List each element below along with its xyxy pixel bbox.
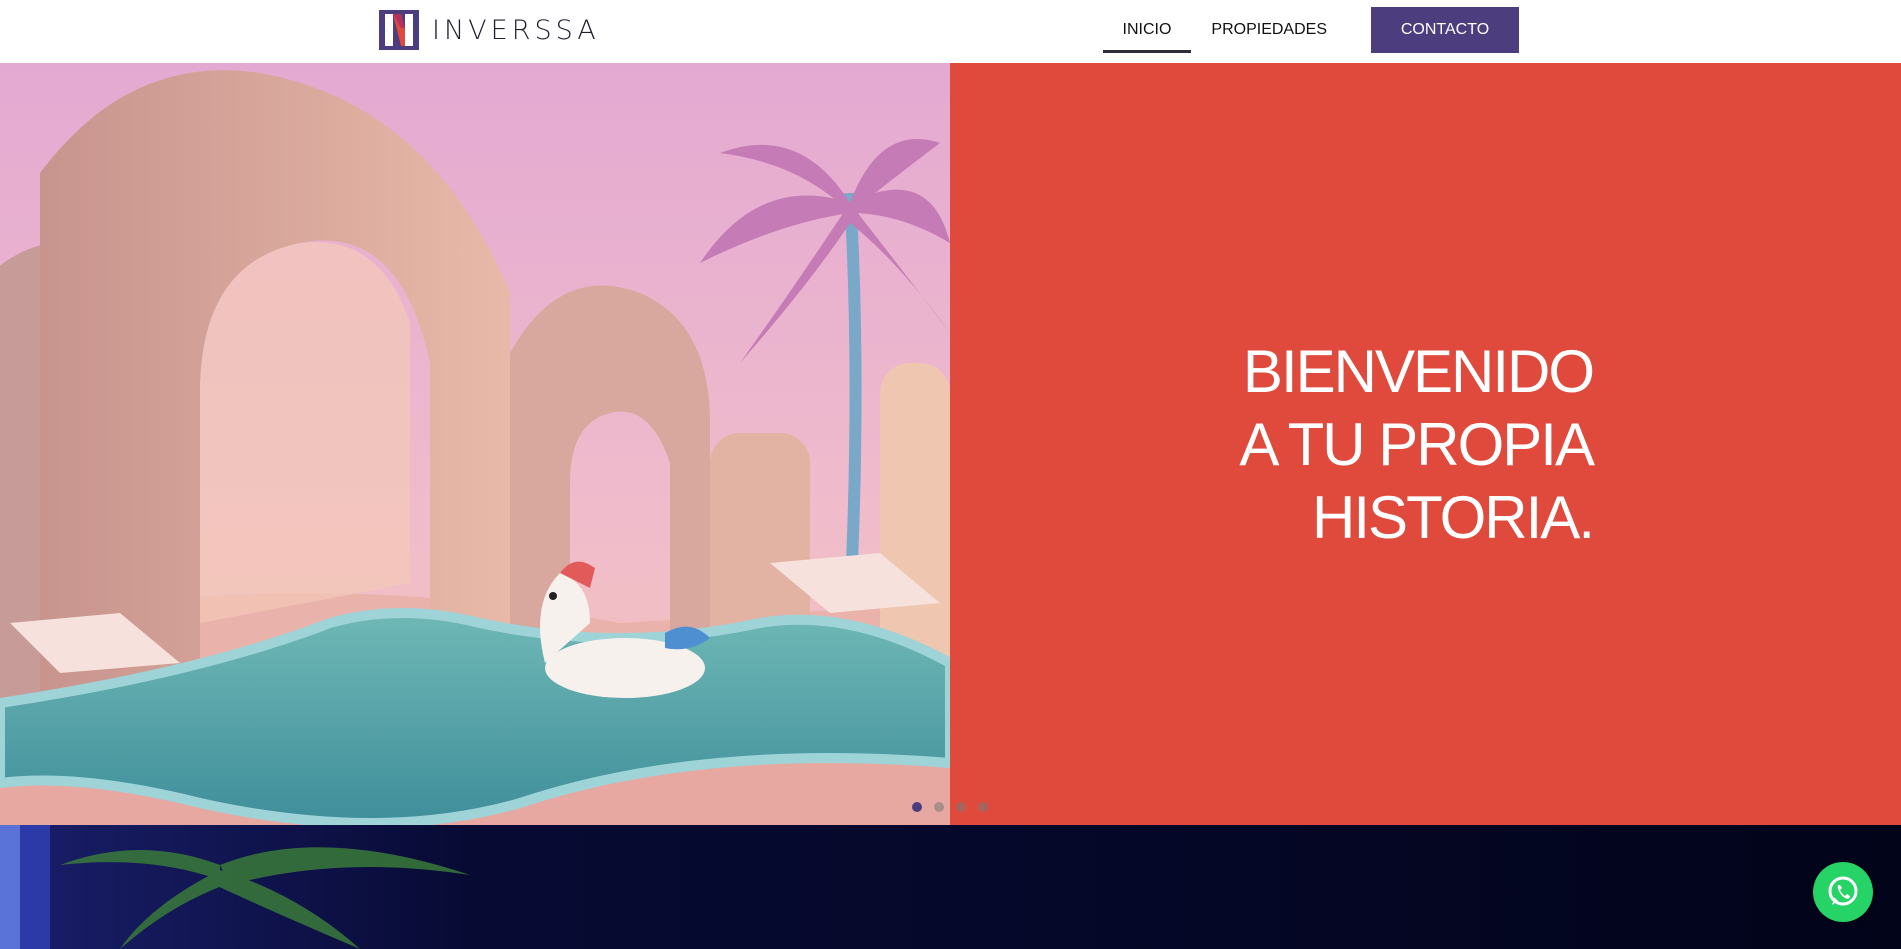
hero-slider: BIENVENIDO A TU PROPIA HISTORIA.	[0, 63, 1901, 825]
slider-dot-3[interactable]	[956, 802, 966, 812]
inverssa-logo-icon	[379, 10, 419, 50]
slider-pagination	[912, 802, 988, 812]
whatsapp-button[interactable]	[1813, 862, 1873, 922]
slider-dot-1[interactable]	[912, 802, 922, 812]
night-palm-image	[0, 825, 1901, 949]
site-header: INVERSSA INICIO PROPIEDADES CONTACTO	[0, 0, 1901, 63]
hero-text-panel: BIENVENIDO A TU PROPIA HISTORIA.	[950, 63, 1901, 825]
hero-title-line-3: HISTORIA.	[1312, 484, 1595, 551]
contacto-button[interactable]: CONTACTO	[1371, 7, 1519, 53]
nav-propiedades[interactable]: PROPIEDADES	[1191, 7, 1347, 53]
hero-image-pool-arches	[0, 63, 950, 825]
brand-logo[interactable]: INVERSSA	[379, 10, 600, 50]
whatsapp-icon	[1828, 876, 1858, 906]
nav-inicio[interactable]: INICIO	[1102, 7, 1192, 53]
hero-title-line-2: A TU PROPIA	[1239, 411, 1595, 478]
hero-title: BIENVENIDO A TU PROPIA HISTORIA.	[1239, 335, 1595, 554]
night-palm-section	[0, 825, 1901, 949]
slider-dot-2[interactable]	[934, 802, 944, 812]
slider-dot-4[interactable]	[978, 802, 988, 812]
hero-title-line-1: BIENVENIDO	[1242, 338, 1595, 405]
hero-illustration	[0, 63, 950, 825]
brand-name: INVERSSA	[432, 14, 600, 46]
main-nav: INICIO PROPIEDADES CONTACTO	[1102, 7, 1519, 53]
